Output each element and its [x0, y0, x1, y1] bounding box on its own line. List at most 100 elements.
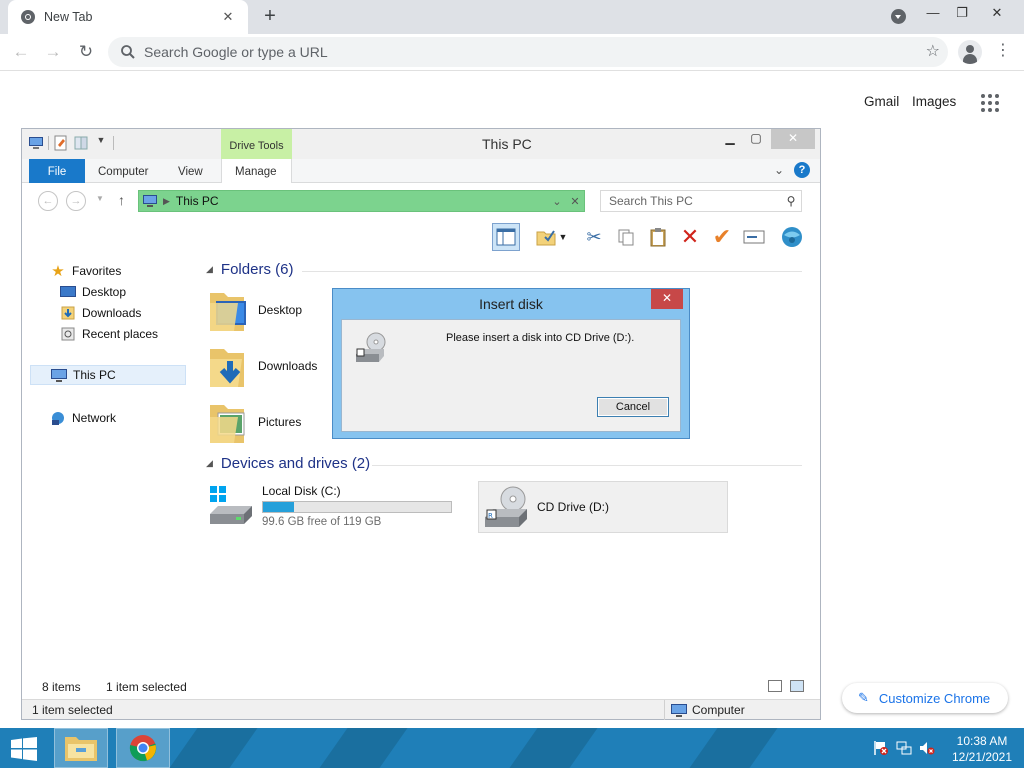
- breadcrumb-separator-icon[interactable]: ▶: [163, 196, 170, 207]
- explorer-maximize-icon[interactable]: ▢: [746, 129, 766, 149]
- disk-usage-fill: [263, 502, 294, 512]
- taskbar-decoration: [495, 728, 605, 768]
- cd-drive-d[interactable]: R CD Drive (D:): [478, 481, 728, 533]
- window-close-icon[interactable]: ✕: [980, 0, 1014, 30]
- delete-icon[interactable]: ✕: [676, 223, 704, 251]
- preview-pane-icon[interactable]: [492, 223, 520, 251]
- new-tab-button[interactable]: +: [258, 5, 282, 29]
- address-clear-icon[interactable]: ✕: [566, 195, 584, 208]
- nav-network[interactable]: Network: [22, 408, 188, 428]
- tab-view[interactable]: View: [178, 159, 203, 183]
- nav-favorites[interactable]: ★ Favorites: [22, 261, 188, 281]
- explorer-close-icon[interactable]: ✕: [771, 129, 815, 149]
- menu-kebab-icon[interactable]: ⋮: [995, 40, 1011, 64]
- hard-drive-icon: [208, 484, 256, 528]
- copy-icon[interactable]: [612, 223, 640, 251]
- cancel-button[interactable]: Cancel: [597, 397, 669, 417]
- devices-header-label: Devices and drives (2): [220, 455, 371, 472]
- tab-new-tab[interactable]: New Tab ✕: [8, 0, 248, 34]
- dialog-body: Please insert a disk into CD Drive (D:).…: [341, 319, 681, 432]
- folders-group-header[interactable]: ◢ Folders (6): [206, 261, 293, 278]
- apps-grid-icon[interactable]: [981, 94, 999, 112]
- taskbar-decoration: [675, 728, 785, 768]
- action-center-flag-icon[interactable]: [873, 740, 889, 756]
- forward-icon[interactable]: →: [66, 191, 86, 211]
- item-count: 8 items 1 item selected: [42, 680, 187, 694]
- desktop-icon: [60, 285, 76, 299]
- rename-icon[interactable]: [740, 223, 768, 251]
- bookmark-star-icon[interactable]: ☆: [926, 41, 940, 61]
- computer-icon: [671, 703, 687, 717]
- devices-divider: [372, 465, 802, 466]
- nav-this-pc[interactable]: This PC: [30, 365, 186, 385]
- explorer-minimize-icon[interactable]: ▁: [720, 129, 740, 149]
- checkmark-icon[interactable]: ✔: [708, 223, 736, 251]
- system-clock[interactable]: 10:38 AM 12/21/2021: [944, 733, 1020, 765]
- this-pc-icon: [143, 195, 157, 207]
- paste-icon[interactable]: [644, 223, 672, 251]
- chrome-icon: [20, 9, 36, 25]
- nav-network-label: Network: [72, 411, 117, 425]
- tab-file[interactable]: File: [29, 159, 85, 183]
- nav-downloads[interactable]: Downloads: [22, 303, 188, 323]
- back-icon[interactable]: ←: [38, 191, 58, 211]
- nav-recent-places[interactable]: Recent places: [22, 324, 188, 344]
- local-disk-free-space: 99.6 GB free of 119 GB: [262, 516, 382, 528]
- status-selected: 1 item selected: [32, 703, 113, 717]
- expand-ribbon-icon[interactable]: ⌄: [774, 163, 784, 177]
- taskbar-file-explorer[interactable]: [54, 728, 108, 768]
- properties-icon[interactable]: [53, 135, 69, 151]
- volume-muted-icon[interactable]: [919, 740, 935, 756]
- selected-count-label: 1 item selected: [106, 680, 187, 694]
- omnibox-input[interactable]: [144, 44, 948, 60]
- cut-icon[interactable]: ✂: [580, 223, 608, 251]
- folder-item[interactable]: Downloads: [208, 341, 328, 391]
- gmail-link[interactable]: Gmail: [864, 94, 899, 109]
- search-icon[interactable]: ⚲: [781, 194, 801, 208]
- recent-locations-icon[interactable]: ▼: [96, 194, 104, 203]
- profile-avatar-icon[interactable]: [958, 40, 982, 64]
- local-disk-label: Local Disk (C:): [262, 484, 341, 498]
- devices-group-header[interactable]: ◢ Devices and drives (2): [206, 455, 370, 472]
- collapse-icon[interactable]: ◢: [206, 264, 213, 275]
- details-view-icon[interactable]: [768, 680, 782, 692]
- taskbar-chrome[interactable]: [116, 728, 170, 768]
- nav-desktop[interactable]: Desktop: [22, 282, 188, 302]
- large-icons-view-icon[interactable]: [790, 680, 804, 692]
- start-windows-icon[interactable]: [10, 737, 38, 761]
- network-tray-icon[interactable]: [896, 740, 912, 756]
- tab-computer[interactable]: Computer: [98, 159, 149, 183]
- restore-icon[interactable]: ❐: [945, 0, 979, 30]
- clock-time: 10:38 AM: [956, 734, 1008, 748]
- help-icon[interactable]: ?: [794, 162, 810, 178]
- globe-icon[interactable]: [778, 223, 806, 251]
- omnibox[interactable]: ☆: [108, 37, 948, 67]
- reload-icon[interactable]: ↻: [73, 40, 99, 66]
- status-computer-label: Computer: [692, 703, 745, 717]
- tab-close-icon[interactable]: ✕: [220, 9, 236, 25]
- forward-arrow-icon[interactable]: →: [40, 40, 66, 66]
- dialog-close-icon[interactable]: ✕: [651, 289, 683, 309]
- up-arrow-icon[interactable]: ↑: [118, 192, 125, 208]
- pictures-folder-icon: [208, 399, 248, 445]
- address-dropdown-icon[interactable]: ⌄: [548, 195, 566, 208]
- explorer-titlebar: ▼ Drive Tools This PC ▁ ▢ ✕: [22, 129, 820, 161]
- local-disk-c[interactable]: Local Disk (C:) 99.6 GB free of 119 GB: [208, 481, 468, 531]
- customize-qat-icon[interactable]: ▼: [93, 135, 109, 151]
- tab-search-icon[interactable]: [891, 9, 906, 24]
- images-link[interactable]: Images: [912, 94, 956, 109]
- search-box[interactable]: ⚲: [600, 190, 802, 212]
- back-arrow-icon[interactable]: ←: [8, 40, 34, 66]
- address-bar[interactable]: ▶ This PC ⌄ ✕: [138, 190, 585, 212]
- tab-manage[interactable]: Manage: [235, 159, 277, 183]
- search-input[interactable]: [609, 194, 781, 208]
- folder-item[interactable]: Desktop: [208, 285, 328, 335]
- dropdown-icon[interactable]: ▼: [556, 223, 570, 251]
- star-icon: ★: [51, 263, 65, 280]
- folder-item[interactable]: Pictures: [208, 397, 328, 447]
- taskbar: 10:38 AM 12/21/2021: [0, 728, 1024, 768]
- recent-places-icon: [60, 327, 76, 341]
- customize-chrome-button[interactable]: ✎ Customize Chrome: [842, 683, 1008, 713]
- collapse-icon[interactable]: ◢: [206, 458, 213, 469]
- new-folder-icon[interactable]: [73, 135, 89, 151]
